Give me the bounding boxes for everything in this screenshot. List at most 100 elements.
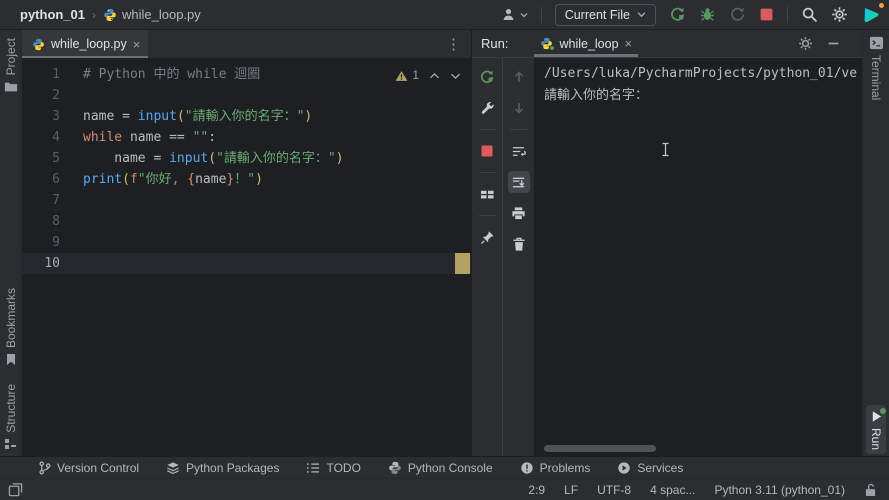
clear-console-trash-icon[interactable] [508,233,530,255]
breadcrumb-project[interactable]: python_01 [20,7,85,22]
sidebar-item-project[interactable]: Project [4,38,18,93]
line-number[interactable]: 6 [22,169,83,190]
toolwindow-version-control[interactable]: Version Control [38,461,139,475]
python-run-icon [540,37,556,51]
code-line[interactable]: 5 name = input("請輸入你的名字：") [22,148,471,169]
run-play-icon [870,407,886,423]
breadcrumb-file[interactable]: while_loop.py [103,7,201,22]
line-number[interactable]: 8 [22,211,83,232]
toolwindow-problems[interactable]: Problems [520,460,591,475]
line-number[interactable]: 1 [22,64,83,85]
structure-stripe-label: Structure [3,384,18,433]
console-horizontal-scrollbar[interactable] [544,445,656,452]
bottom-tool-window-bar: Version Control Python Packages TODO Pyt… [0,456,889,478]
tab-options-menu-icon[interactable]: ⋮ [436,30,471,58]
line-number[interactable]: 10 [22,253,83,274]
python-interpreter[interactable]: Python 3.11 (python_01) [714,483,845,497]
scrollbar-caret-marker [455,253,470,274]
rerun-button[interactable] [669,6,686,23]
debug-button[interactable] [699,6,716,23]
main-area: Project Bookmarks Structure while_loop.p… [0,30,889,456]
code-line[interactable]: 2 [22,85,471,106]
settings-gear-icon[interactable] [831,6,848,23]
breadcrumb-separator-icon: › [92,7,97,22]
bookmark-icon [5,353,17,366]
next-problem-icon[interactable] [450,72,461,80]
line-number[interactable]: 4 [22,127,83,148]
down-stack-trace-icon[interactable] [508,97,530,119]
run-tab-close-icon[interactable]: × [625,37,633,50]
tab-while-loop-py[interactable]: while_loop.py × [22,30,149,58]
prev-problem-icon[interactable] [429,72,440,80]
python-file-icon [32,38,45,51]
problems-icon [520,461,533,474]
sidebar-item-structure[interactable]: Structure [4,384,18,450]
run-tab-while-loop[interactable]: while_loop × [534,30,639,57]
hide-panel-icon[interactable] [827,37,840,50]
run-tool-window: Run: while_loop × /Users/luka/PycharmPro… [471,30,862,456]
file-encoding[interactable]: UTF-8 [597,483,631,497]
right-tool-stripe: Terminal Run [862,30,889,456]
code-line[interactable]: 7 [22,190,471,211]
sidebar-item-bookmarks[interactable]: Bookmarks [4,288,18,366]
toolbar-separator [478,129,496,130]
tab-close-icon[interactable]: × [133,38,141,51]
services-icon [618,461,631,474]
workspace-windows-icon[interactable] [8,482,23,497]
ide-logo-icon[interactable] [861,2,884,25]
line-number[interactable]: 7 [22,190,83,211]
user-account-icon[interactable] [501,7,528,23]
pin-tab-icon[interactable] [476,226,498,248]
code-line[interactable]: 3 name = input("請輸入你的名字：") [22,106,471,127]
print-icon[interactable] [508,202,530,224]
code-line[interactable]: 10 [22,253,471,274]
rerun-program-button[interactable] [476,66,498,88]
warning-indicator[interactable]: 1 [395,65,419,86]
code-line[interactable]: 4 while name == "": [22,127,471,148]
run-configuration-select[interactable]: Current File [554,3,656,26]
run-console-output[interactable]: /Users/luka/PycharmProjects/python_01/ve… [534,58,862,456]
line-number[interactable]: 2 [22,85,83,106]
code-text: # Python 中的 while 迴圈 [83,67,261,82]
soft-wrap-icon[interactable] [508,140,530,162]
profiler-button-disabled[interactable] [729,6,746,23]
titlebar-divider [540,6,542,23]
run-settings-gear-icon[interactable] [798,36,813,51]
line-number[interactable]: 3 [22,106,83,127]
stop-process-button[interactable] [476,140,498,162]
code-line[interactable]: 6 print(f"你好, {name}！") [22,169,471,190]
code-editor[interactable]: 1 # Python 中的 while 迴圈 2 3 name = input("請輸入… [22,58,471,456]
toolwindow-label: Services [637,460,684,475]
run-configuration-label: Current File [564,7,630,22]
search-everywhere-icon[interactable] [801,6,818,23]
stop-button[interactable] [759,7,774,22]
sidebar-item-run[interactable]: Run [866,404,886,454]
line-ending[interactable]: LF [564,483,578,497]
code-line[interactable]: 8 [22,211,471,232]
code-line[interactable]: 9 [22,232,471,253]
line-number[interactable]: 5 [22,148,83,169]
toolwindow-python-packages[interactable]: Python Packages [166,461,279,475]
indent-style[interactable]: 4 spac... [650,483,695,497]
git-branch-icon [39,461,51,474]
up-stack-trace-icon[interactable] [508,66,530,88]
scroll-to-end-button[interactable] [507,171,530,193]
sidebar-item-terminal[interactable]: Terminal [869,36,884,100]
run-panel-body: /Users/luka/PycharmProjects/python_01/ve… [472,58,862,456]
console-line-prompt: 請輸入你的名字： [544,88,649,103]
bookmarks-stripe-label: Bookmarks [3,288,18,349]
left-tool-stripe: Project Bookmarks Structure [0,30,22,456]
todo-list-icon [307,463,320,472]
warning-count: 1 [412,68,419,82]
toolwindow-todo[interactable]: TODO [306,461,361,475]
modify-run-config-wrench-icon[interactable] [476,97,498,119]
run-tab-active-underline [534,54,639,57]
line-number[interactable]: 9 [22,232,83,253]
unlocked-padlock-icon[interactable] [864,483,877,497]
toolwindow-label: Problems [539,460,591,475]
caret-position[interactable]: 2:9 [528,483,545,497]
toolwindow-services[interactable]: Services [617,461,683,475]
run-toolbar-left [472,58,503,456]
toolwindow-python-console[interactable]: Python Console [388,461,493,475]
restore-layout-icon[interactable] [476,183,498,205]
